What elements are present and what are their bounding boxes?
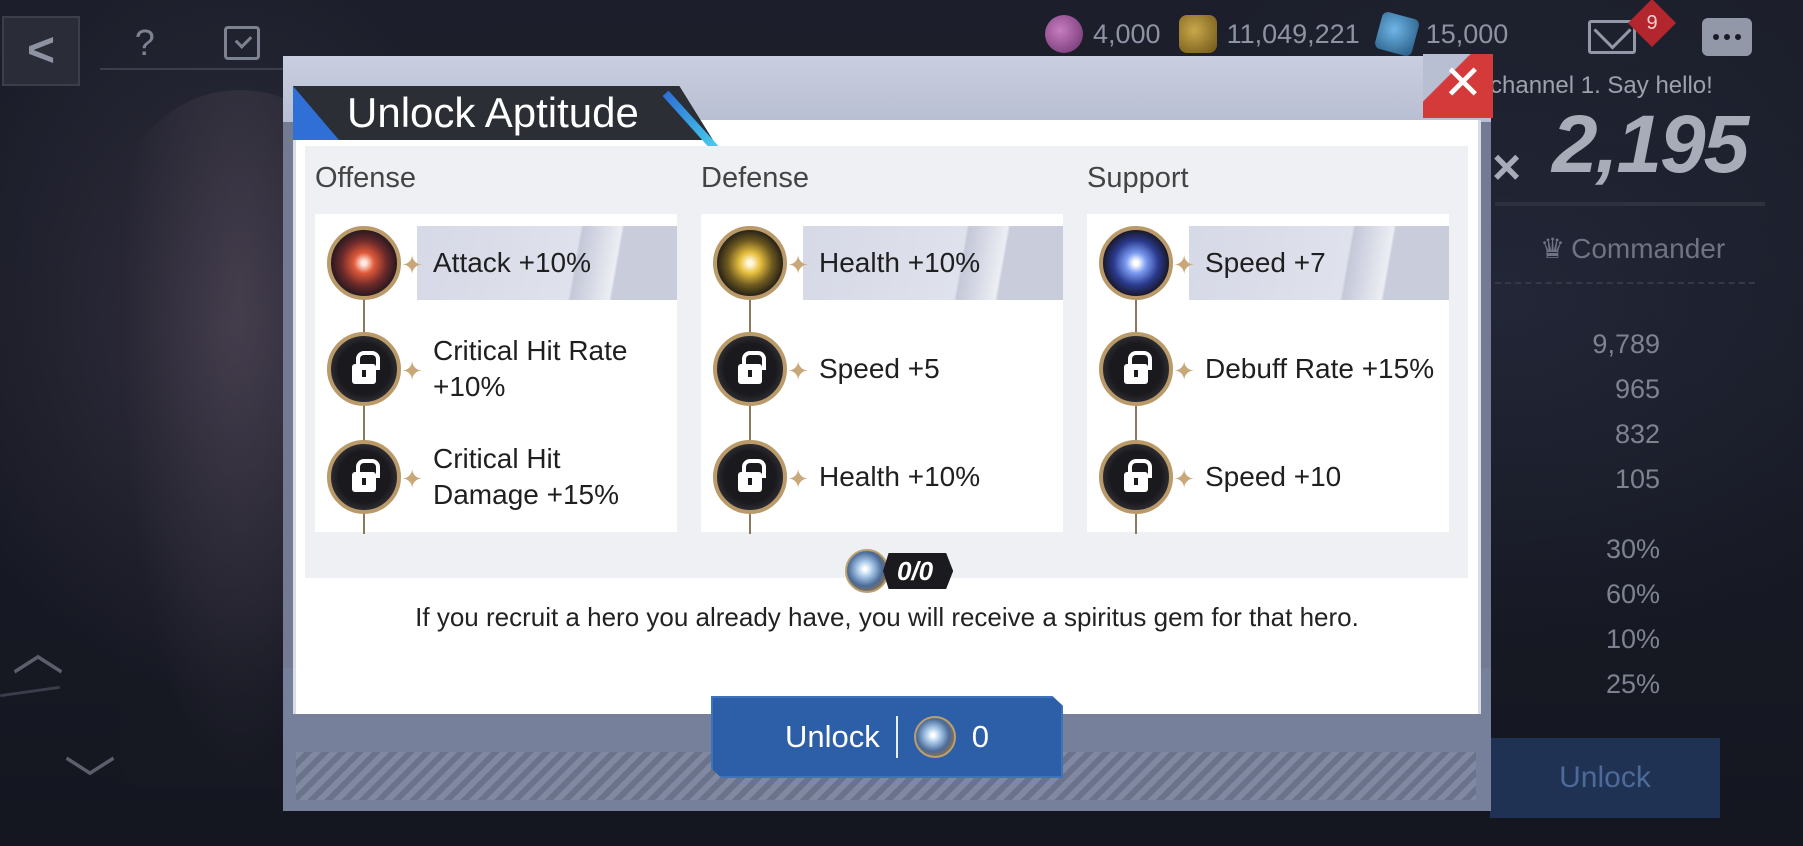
- aptitude-item[interactable]: Debuff Rate +15%: [1099, 324, 1449, 414]
- aptitude-label-wrap: Health +10%: [803, 226, 1063, 300]
- unlock-button[interactable]: Unlock 0: [711, 696, 1063, 778]
- health-orb-icon: [713, 226, 809, 300]
- chevron-up-icon[interactable]: ︿: [12, 624, 64, 682]
- attack-orb-icon: [327, 226, 423, 300]
- aptitude-label: Attack +10%: [433, 247, 591, 278]
- aptitude-label-wrap: Attack +10%: [417, 226, 677, 300]
- aptitude-label-wrap: Critical Hit Rate +10%: [417, 333, 657, 405]
- aptitude-item[interactable]: Speed +5: [713, 324, 1063, 414]
- aptitude-label-wrap: Health +10%: [803, 459, 1043, 495]
- aptitude-item[interactable]: Speed +10: [1099, 432, 1449, 522]
- aptitude-label: Speed +5: [819, 353, 940, 384]
- aptitude-item[interactable]: Critical Hit Rate +10%: [327, 324, 677, 414]
- column-defense: Defense Health +10% Speed +5 Health +10%: [701, 162, 1071, 534]
- help-icon[interactable]: ?: [135, 22, 155, 64]
- chat-icon[interactable]: [1702, 18, 1752, 56]
- unlock-label: Unlock: [784, 719, 880, 754]
- crown-icon: ♛: [1540, 233, 1566, 264]
- aptitude-label: Health +10%: [819, 461, 981, 492]
- unlock-cost: 0: [971, 719, 989, 754]
- stat-value: 105: [1614, 464, 1660, 494]
- aptitude-label-wrap: Speed +5: [803, 351, 1043, 387]
- spiritus-gem-icon: [913, 716, 956, 758]
- close-button[interactable]: ✕: [1423, 54, 1493, 118]
- aptitude-label-wrap: Critical Hit Damage +15%: [417, 441, 657, 513]
- aptitude-label-wrap: Speed +10: [1189, 459, 1429, 495]
- gold-coin-icon: [1178, 15, 1217, 53]
- unlock-aptitude-modal: Unlock Aptitude ✕ Offense Attack +10% Cr…: [283, 54, 1493, 811]
- aptitude-item[interactable]: Attack +10%: [327, 218, 677, 308]
- stat-value: 832: [1614, 419, 1660, 449]
- aptitude-item[interactable]: Health +10%: [713, 432, 1063, 522]
- lock-icon: [713, 332, 809, 406]
- blue-crystal-icon: [1373, 10, 1420, 58]
- currency-value: 11,049,221: [1226, 18, 1360, 49]
- purple-gem-icon: [1045, 15, 1083, 53]
- column-support: Support Speed +7 Debuff Rate +15% Speed …: [1087, 162, 1457, 534]
- power-multiplier: ×: [1492, 139, 1522, 195]
- stat-value: 9,789: [1592, 329, 1660, 359]
- lock-icon: [1099, 440, 1195, 514]
- divider: [1495, 282, 1755, 284]
- lock-icon: [327, 440, 423, 514]
- spiritus-gem-counter: 0/0: [845, 548, 954, 594]
- column-title: Defense: [701, 162, 810, 194]
- aptitude-label: Health +10%: [819, 247, 981, 278]
- aptitude-item[interactable]: Speed +7: [1099, 218, 1449, 308]
- currency-crystal[interactable]: 15,000: [1373, 10, 1509, 58]
- currency-value: 15,000: [1425, 18, 1509, 49]
- chevron-down-icon[interactable]: ﹀: [64, 740, 116, 815]
- aptitude-label-wrap: Debuff Rate +15%: [1189, 351, 1449, 387]
- column-title: Support: [1087, 162, 1189, 194]
- stat-value: 30%: [1605, 534, 1660, 564]
- spiritus-gem-icon: [845, 549, 889, 593]
- stat-value: 10%: [1605, 624, 1660, 654]
- mail-badge: 9: [1627, 0, 1677, 48]
- aptitude-label: Critical Hit Damage +15%: [433, 443, 620, 510]
- separator: [895, 716, 898, 758]
- back-arrow-icon: <: [26, 24, 56, 77]
- close-icon: ✕: [1442, 57, 1483, 110]
- chat-ticker[interactable]: channel 1. Say hello!: [1490, 72, 1713, 100]
- info-text: If you recruit a hero you already have, …: [415, 602, 1359, 632]
- divider: [1495, 202, 1765, 206]
- power-value: 2,195: [1552, 99, 1749, 190]
- mail-icon[interactable]: [1588, 20, 1636, 54]
- top-left-toolbar: ?: [100, 18, 295, 70]
- background-unlock-button[interactable]: Unlock: [1490, 738, 1720, 818]
- modal-title: Unlock Aptitude: [347, 89, 639, 136]
- currency-gold[interactable]: 11,049,221: [1178, 15, 1360, 53]
- stat-value: 965: [1614, 374, 1660, 404]
- stat-list: 9,789 965 832 105 30% 60% 10% 25%: [1540, 322, 1660, 707]
- back-button[interactable]: <: [2, 16, 80, 86]
- speed-orb-icon: [1099, 226, 1195, 300]
- aptitude-label: Speed +10: [1205, 461, 1342, 492]
- lock-icon: [327, 332, 423, 406]
- lock-icon: [1099, 332, 1195, 406]
- stat-value: 25%: [1605, 669, 1660, 699]
- aptitude-columns: Offense Attack +10% Critical Hit Rate +1…: [305, 146, 1468, 593]
- aptitude-label-wrap: Speed +7: [1189, 226, 1449, 300]
- currency-bar: 4,000 11,049,221 15,000: [1045, 10, 1509, 58]
- stat-value: 60%: [1605, 579, 1660, 609]
- column-offense: Offense Attack +10% Critical Hit Rate +1…: [315, 162, 685, 534]
- column-title: Offense: [315, 162, 417, 194]
- aptitude-label: Speed +7: [1205, 247, 1326, 278]
- aptitude-item[interactable]: Health +10%: [713, 218, 1063, 308]
- commander-tab[interactable]: ♛ Commander: [1540, 232, 1725, 265]
- currency-value: 4,000: [1093, 18, 1161, 49]
- scroll-arrows: ︿ ﹀: [12, 610, 116, 812]
- aptitude-item[interactable]: Critical Hit Damage +15%: [327, 432, 677, 522]
- gem-count: 0/0: [883, 553, 954, 589]
- lock-icon: [713, 440, 809, 514]
- aptitude-label: Critical Hit Rate +10%: [433, 335, 628, 402]
- calendar-icon[interactable]: [224, 26, 261, 60]
- commander-label: Commander: [1571, 232, 1726, 264]
- aptitude-label: Debuff Rate +15%: [1205, 353, 1435, 384]
- currency-purple-gem[interactable]: 4,000: [1045, 15, 1161, 53]
